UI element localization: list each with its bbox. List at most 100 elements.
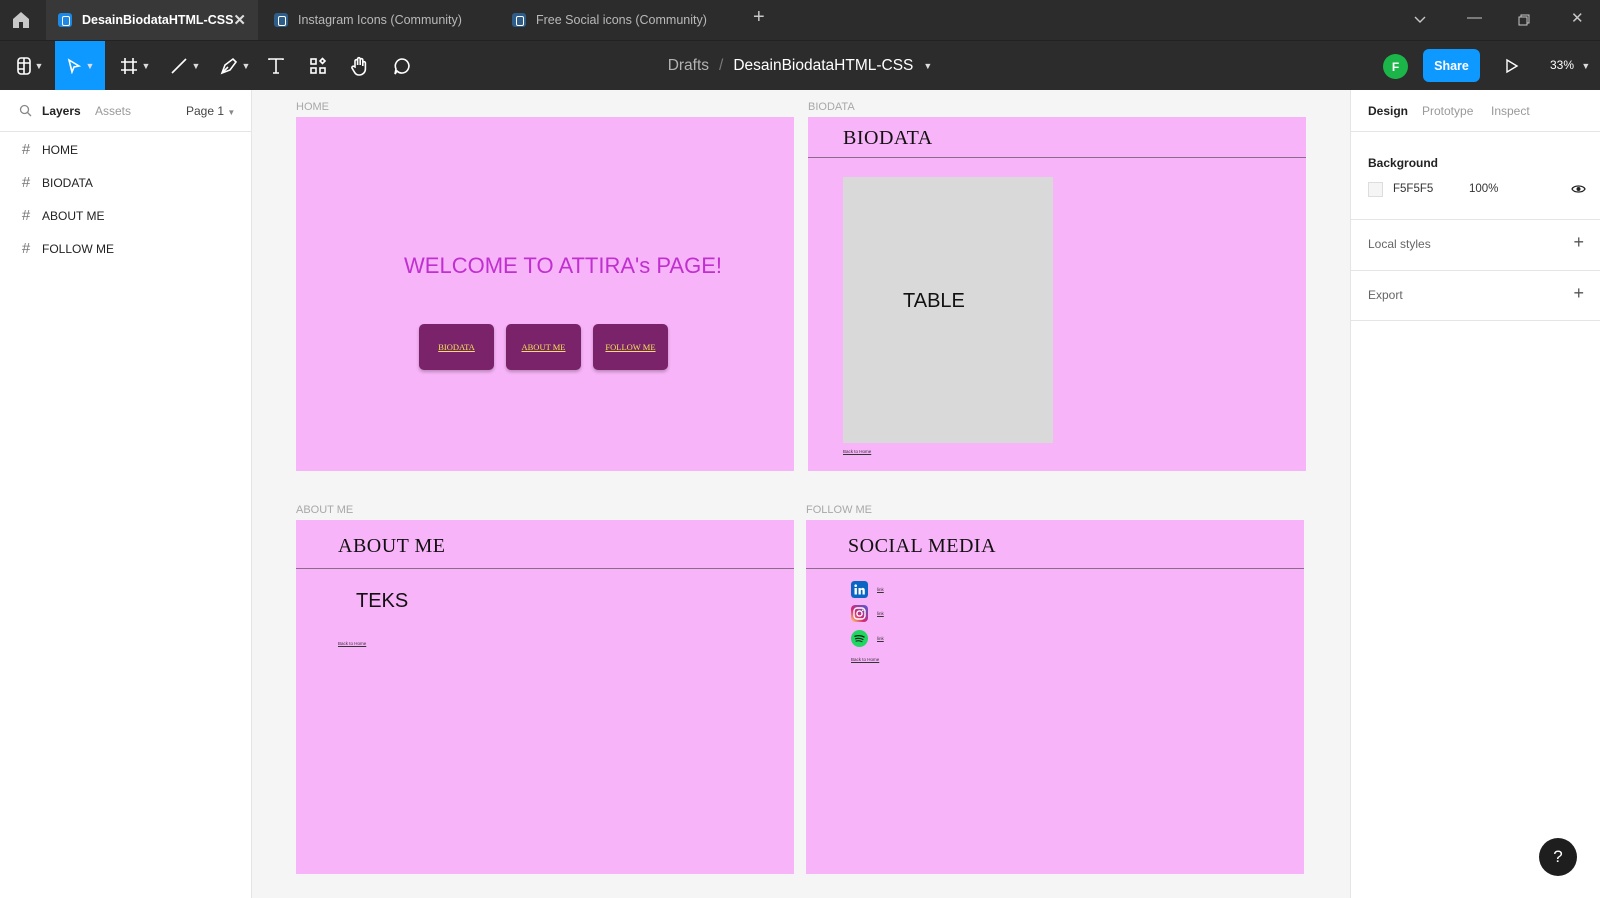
zoom-level[interactable]: 33% ▼ [1550,58,1590,72]
add-style-icon[interactable]: + [1573,232,1584,253]
welcome-heading: WELCOME TO ATTIRA's PAGE! [404,253,722,278]
chevron-down-icon[interactable] [1413,15,1427,25]
table-placeholder: TABLE [843,177,1053,443]
export-section: Export + [1351,271,1600,321]
page-selector[interactable]: Page 1 ▼ [186,104,235,118]
present-play-icon[interactable] [1505,58,1519,74]
frame-follow-me[interactable]: SOCIAL MEDIA link link link Back to Home [806,520,1304,874]
tab-design[interactable]: Design [1368,104,1408,118]
tab-prototype[interactable]: Prototype [1422,104,1473,118]
help-button[interactable]: ? [1539,838,1577,876]
biodata-heading: BIODATA [843,127,933,149]
design-canvas[interactable]: HOME WELCOME TO ATTIRA's PAGE! BIODATA A… [252,90,1350,898]
new-tab-button[interactable]: + [753,6,765,29]
properties-panel: Design Prototype Inspect Background F5F5… [1350,90,1600,898]
close-tab-icon[interactable]: ✕ [233,11,246,29]
layer-label: BIODATA [42,175,93,190]
layer-item-about-me[interactable]: # ABOUT ME [0,199,251,232]
frame-home[interactable]: WELCOME TO ATTIRA's PAGE! BIODATA ABOUT … [296,117,794,471]
chevron-down-icon: ▼ [227,108,236,117]
figma-file-icon [58,13,72,27]
about-me-text: TEKS [356,590,409,612]
frame-biodata[interactable]: BIODATA TABLE Back to Home [808,117,1306,471]
local-styles-title: Local styles [1368,237,1431,251]
frame-label-biodata[interactable]: BIODATA [808,101,855,113]
social-link-label: link [877,636,884,641]
tab-inspect[interactable]: Inspect [1491,104,1530,118]
restore-icon[interactable] [1518,14,1530,26]
figma-file-icon [512,13,526,27]
social-media-heading: SOCIAL MEDIA [848,535,997,557]
back-to-home-link[interactable]: Back to Home [851,657,879,662]
tab-label: DesainBiodataHTML-CSS [82,13,234,27]
chevron-down-icon[interactable]: ▼ [923,61,932,71]
frame-header: ABOUT ME [296,520,794,569]
social-link-label: link [877,611,884,616]
avatar[interactable]: F [1383,54,1408,79]
add-export-icon[interactable]: + [1573,283,1584,304]
tab-instagram-icons[interactable]: Instagram Icons (Community) [274,0,462,40]
layer-item-follow-me[interactable]: # FOLLOW ME [0,232,251,265]
close-window-icon[interactable]: ✕ [1571,9,1584,27]
social-item-instagram[interactable]: link [851,605,884,622]
tab-layers[interactable]: Layers [42,104,81,118]
zoom-value: 33% [1550,58,1575,72]
background-color-swatch[interactable] [1368,182,1383,197]
figma-file-icon [274,13,288,27]
spotify-icon [851,630,868,647]
breadcrumb-separator: / [719,57,724,74]
layer-item-home[interactable]: # HOME [0,133,251,166]
frame-label-about-me[interactable]: ABOUT ME [296,504,353,516]
social-link-label: link [877,587,884,592]
background-section: Background [1351,132,1600,220]
tab-free-social-icons[interactable]: Free Social icons (Community) [512,0,707,40]
back-to-home-link[interactable]: Back to Home [338,641,366,646]
frame-header: BIODATA [808,117,1306,158]
frame-hash-icon: # [21,141,31,158]
page-selector-label: Page 1 [186,104,225,118]
about-me-button[interactable]: ABOUT ME [506,324,581,370]
minimize-icon[interactable]: — [1467,9,1482,26]
background-hex-input[interactable]: F5F5F5 [1393,183,1433,195]
frame-about-me[interactable]: ABOUT ME TEKS Back to Home [296,520,794,874]
linkedin-icon [851,581,868,598]
layer-item-biodata[interactable]: # BIODATA [0,166,251,199]
file-name[interactable]: DesainBiodataHTML-CSS [733,57,913,75]
breadcrumb-drafts[interactable]: Drafts [668,57,709,75]
breadcrumb: Drafts / DesainBiodataHTML-CSS ▼ [0,41,1600,91]
frame-label-follow-me[interactable]: FOLLOW ME [806,504,872,516]
back-to-home-link[interactable]: Back to Home [843,449,871,454]
background-opacity-input[interactable]: 100% [1469,183,1498,195]
left-panel-tabs: Layers Assets Page 1 ▼ [0,90,251,132]
toolbar: ▼ ▼ ▼ ▼ ▼ Drafts / DesainBiodataHTML-CSS… [0,40,1600,91]
right-panel-tabs: Design Prototype Inspect [1351,90,1600,132]
layer-label: ABOUT ME [42,208,105,223]
home-icon[interactable] [11,11,31,29]
local-styles-section: Local styles + [1351,220,1600,271]
instagram-icon [851,605,868,622]
tab-bar: DesainBiodataHTML-CSS ✕ Instagram Icons … [0,0,1600,40]
chevron-down-icon: ▼ [1581,61,1591,71]
social-item-linkedin[interactable]: link [851,581,884,598]
social-item-spotify[interactable]: link [851,630,884,647]
eye-icon[interactable] [1571,183,1586,195]
export-title: Export [1368,288,1403,302]
frame-header: SOCIAL MEDIA [806,520,1304,569]
frame-hash-icon: # [21,174,31,191]
tab-label: Instagram Icons (Community) [298,13,462,27]
background-title: Background [1368,156,1439,170]
layers-panel: Layers Assets Page 1 ▼ # HOME # BIODATA … [0,90,252,898]
biodata-button[interactable]: BIODATA [419,324,494,370]
about-me-heading: ABOUT ME [338,535,446,557]
search-icon[interactable] [19,104,32,117]
tab-desainbiodata[interactable]: DesainBiodataHTML-CSS ✕ [46,0,258,40]
frame-hash-icon: # [21,240,31,257]
follow-me-button[interactable]: FOLLOW ME [593,324,668,370]
frame-label-home[interactable]: HOME [296,101,329,113]
frame-hash-icon: # [21,207,31,224]
tab-assets[interactable]: Assets [95,104,131,118]
layer-label: FOLLOW ME [42,241,115,256]
share-button[interactable]: Share [1423,49,1480,82]
layer-label: HOME [42,142,78,157]
table-label: TABLE [903,290,965,312]
